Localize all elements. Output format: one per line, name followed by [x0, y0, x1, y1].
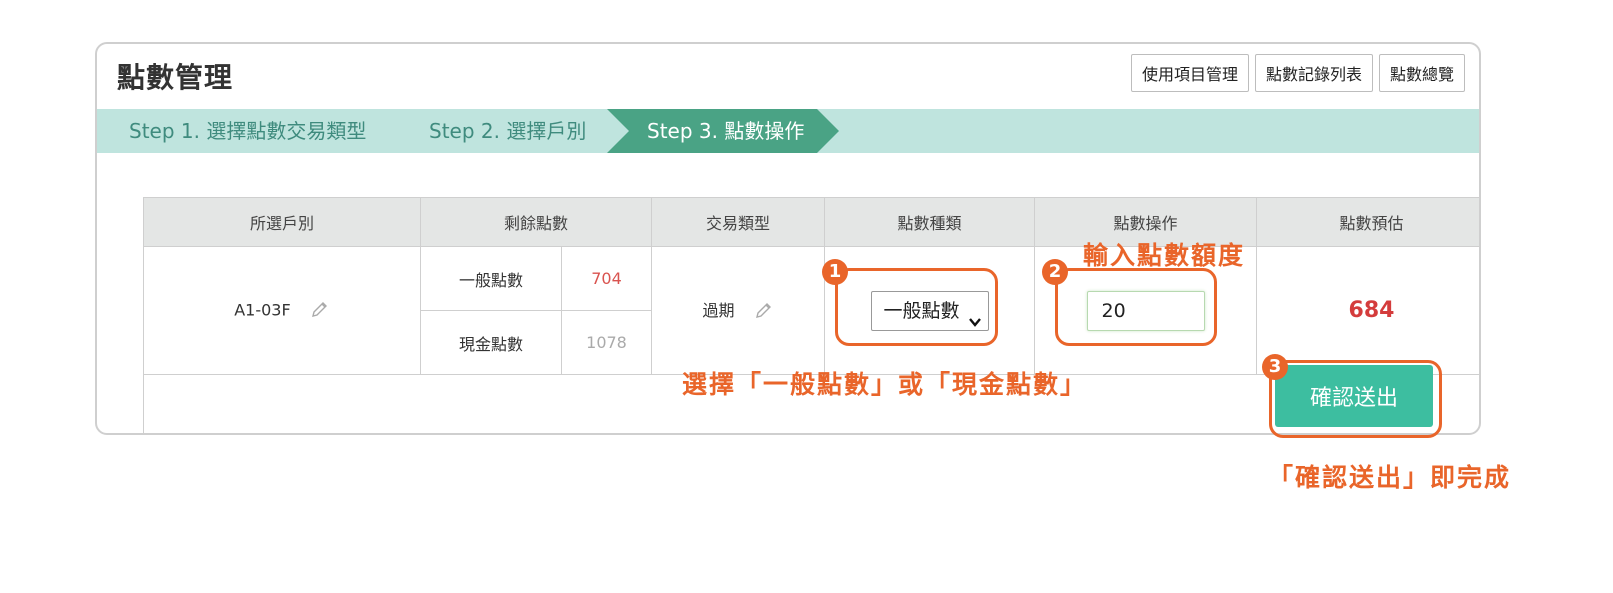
header-transaction: 交易類型 [651, 197, 825, 247]
edit-household-pencil-icon[interactable] [310, 299, 330, 323]
step-3-label: Step 3. 點數操作 [647, 119, 805, 143]
points-records-button[interactable]: 點數記錄列表 [1254, 54, 1373, 92]
header-estimate: 點數預估 [1256, 197, 1479, 247]
balance-row: 現金點數 1078 [421, 310, 651, 374]
usage-items-button[interactable]: 使用項目管理 [1130, 54, 1249, 92]
points-overview-button[interactable]: 點數總覽 [1378, 54, 1465, 92]
cash-points-value: 1078 [586, 333, 627, 352]
transaction-value: 過期 [702, 301, 735, 321]
annotation-badge-1: 1 [822, 259, 848, 285]
annotation-box-2 [1055, 268, 1217, 346]
header-point-type: 點數種類 [824, 197, 1035, 247]
annotation-badge-3: 3 [1262, 354, 1288, 380]
step-bar: Step 1. 選擇點數交易類型 Step 2. 選擇戶別 Step 3. 點數… [97, 109, 1479, 153]
header-remaining: 剩餘點數 [420, 197, 652, 247]
edit-transaction-pencil-icon[interactable] [754, 300, 774, 324]
cash-points-label: 現金點數 [421, 310, 562, 374]
annotation-select-text: 選擇「一般點數」或「現金點數」 [682, 370, 1088, 399]
annotation-badge-2: 2 [1042, 259, 1068, 285]
step-1[interactable]: Step 1. 選擇點數交易類型 [129, 109, 366, 153]
table-header-row: 所選戶別 剩餘點數 交易類型 點數種類 點數操作 點數預估 [143, 197, 1479, 247]
general-points-value: 704 [561, 247, 651, 311]
annotation-box-3 [1269, 360, 1442, 438]
top-toolbar: 使用項目管理 點數記錄列表 點數總覽 [1130, 54, 1465, 92]
household-value: A1-03F [234, 300, 291, 319]
estimate-value: 684 [1348, 298, 1395, 323]
general-points-label: 一般點數 [421, 247, 562, 311]
household-cell: A1-03F [143, 246, 421, 375]
step-2[interactable]: Step 2. 選擇戶別 [429, 109, 586, 153]
annotation-submit-text: 「確認送出」即完成 [1268, 463, 1512, 492]
annotation-box-1 [835, 268, 998, 346]
step-3-active[interactable]: Step 3. 點數操作 [607, 109, 843, 153]
panel-title: 點數管理 [117, 61, 234, 94]
estimate-cell: 684 [1256, 246, 1479, 375]
balances-table: 一般點數 704 現金點數 1078 [421, 247, 651, 374]
balance-row: 一般點數 704 [421, 247, 651, 311]
annotation-amount-text: 輸入點數額度 [1083, 241, 1246, 270]
header-household: 所選戶別 [143, 197, 421, 247]
transaction-cell: 過期 [651, 246, 825, 375]
remaining-cell: 一般點數 704 現金點數 1078 [420, 246, 652, 375]
